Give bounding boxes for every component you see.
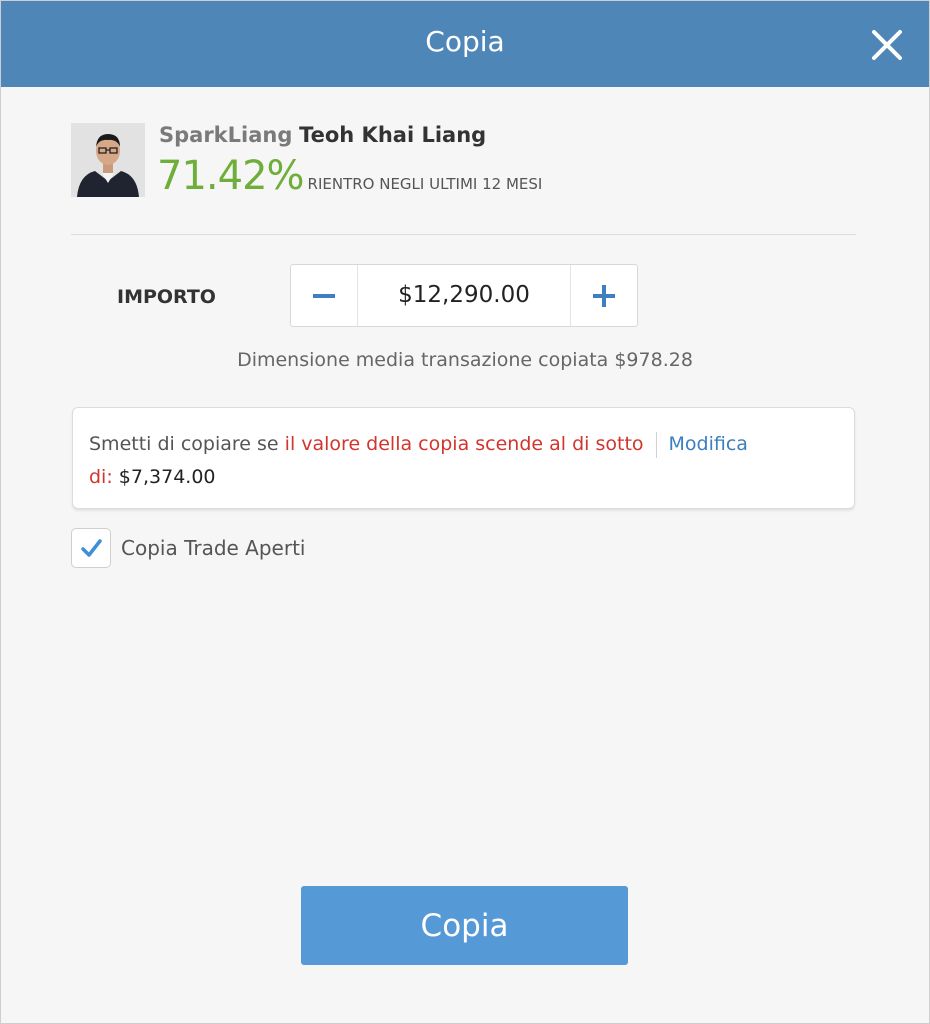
increase-amount-button[interactable]: [570, 265, 637, 326]
divider: [71, 234, 856, 235]
edit-stop-loss-link[interactable]: Modifica: [669, 433, 748, 455]
dialog-title: Copia: [425, 25, 505, 58]
stop-loss-value: $7,374.00: [118, 466, 216, 488]
trader-full-name: Teoh Khai Liang: [299, 123, 487, 147]
close-button[interactable]: [869, 27, 905, 63]
plus-icon: [593, 285, 615, 307]
stop-loss-condition-suffix: di:: [89, 466, 113, 488]
separator: [655, 431, 657, 458]
copy-open-trades-checkbox[interactable]: [71, 528, 111, 568]
close-icon: [872, 30, 902, 60]
decrease-amount-button[interactable]: [291, 265, 358, 326]
copy-button[interactable]: Copia: [301, 886, 628, 965]
avatar-photo: [71, 123, 145, 197]
trader-names: SparkLiang Teoh Khai Liang: [159, 123, 486, 147]
checkmark-icon: [81, 539, 102, 557]
copy-dialog: Copia SparkLiang Teoh Khai Liang 71.42% …: [0, 0, 930, 1024]
return-period-label: RIENTRO NEGLI ULTIMI 12 MESI: [307, 175, 543, 193]
copy-open-trades-label[interactable]: Copia Trade Aperti: [121, 536, 305, 560]
amount-input[interactable]: $12,290.00: [357, 265, 571, 326]
minus-icon: [313, 294, 335, 298]
trader-return: 71.42% RIENTRO NEGLI ULTIMI 12 MESI: [157, 153, 542, 199]
amount-label: IMPORTO: [117, 286, 216, 308]
trader-username[interactable]: SparkLiang: [159, 123, 292, 147]
return-percentage: 71.42%: [157, 153, 305, 199]
stop-loss-condition: il valore della copia scende al di sotto: [284, 433, 644, 455]
average-trade-size: Dimensione media transazione copiata $97…: [237, 349, 693, 371]
dialog-header: Copia: [1, 1, 929, 87]
avatar[interactable]: [71, 123, 145, 197]
stop-loss-text: Smetti di copiare se il valore della cop…: [89, 428, 839, 494]
stop-loss-box: Smetti di copiare se il valore della cop…: [72, 407, 855, 509]
amount-stepper: $12,290.00: [290, 264, 638, 327]
stop-loss-prefix: Smetti di copiare se: [89, 433, 285, 455]
